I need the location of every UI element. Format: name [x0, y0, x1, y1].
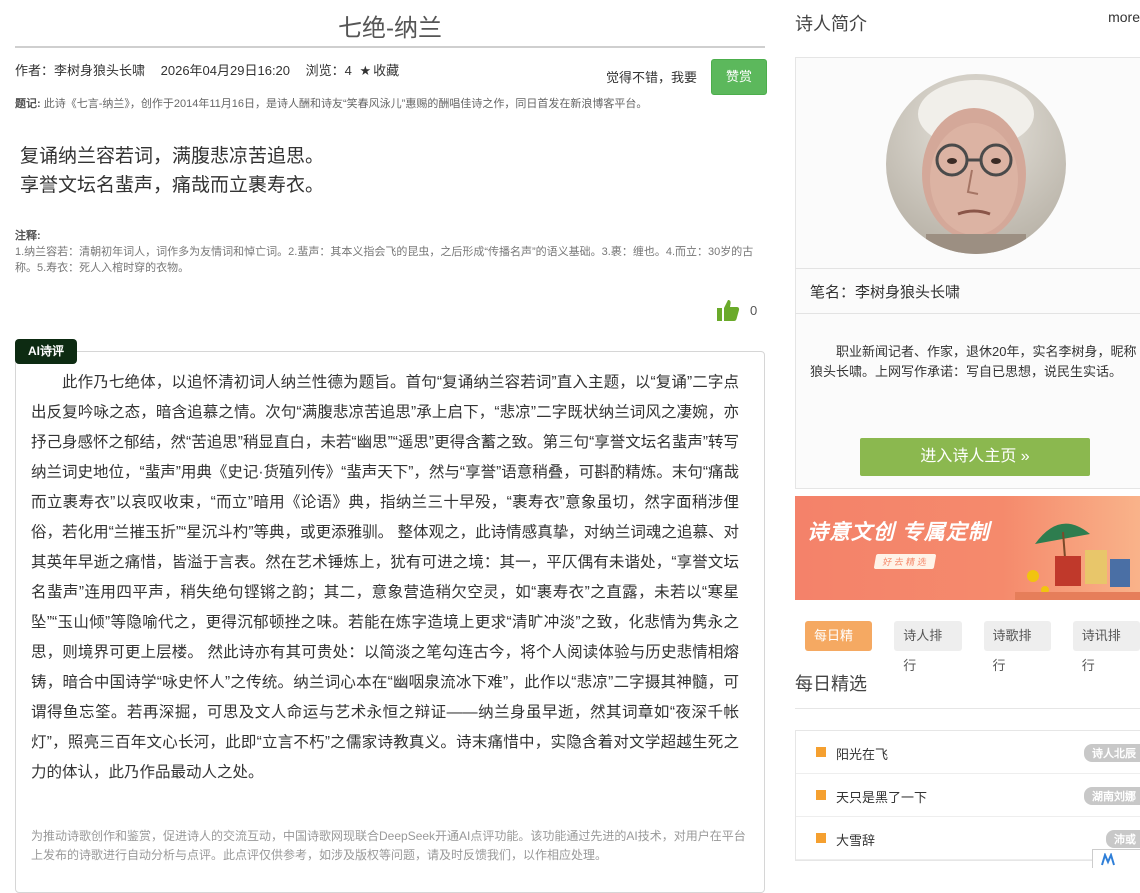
collect-link[interactable]: 收藏	[373, 63, 399, 78]
poem-line: 享誉文坛名蜚声，痛哉而立裹寿衣。	[20, 175, 325, 196]
star-icon[interactable]: ★	[360, 63, 372, 78]
sidebar: 诗人简介 more 笔名：李树身狼头长啸 职业新闻记者、作家，退休20年，实名李…	[790, 0, 1140, 867]
author-link[interactable]: 作者：李树身狼头长啸	[15, 63, 145, 78]
praise-prompt: 觉得不错，我要	[606, 70, 698, 85]
ai-review-text: 此作乃七绝体，以追怀清初词人纳兰性德为题旨。首句“复诵纳兰容若词”直入主题，以“…	[31, 374, 739, 781]
tab-news-ranking[interactable]: 诗讯排行	[1072, 621, 1140, 673]
poet-avatar[interactable]	[886, 74, 1066, 254]
page-title: 七绝-纳兰	[338, 15, 442, 42]
double-chevron-right-icon: »	[1020, 448, 1030, 465]
banner-title: 诗意文创 专属定制	[807, 521, 990, 544]
title-divider	[15, 46, 765, 48]
daily-picks-list: 阳光在飞 诗人北辰 天只是黑了一下 湖南刘娜 大雪辞 沛或	[795, 730, 1140, 861]
poet-bio: 职业新闻记者、作家，退休20年，实名李树身，昵称狼头长啸。上网写作承诺：写自已思…	[810, 344, 1137, 379]
list-item-title[interactable]: 天只是黑了一下	[836, 787, 927, 806]
tab-daily-picks[interactable]: 每日精选	[805, 621, 873, 673]
main-content: 七绝-纳兰 作者：李树身狼头长啸 2026年04月29日16:20 浏览：4 ★…	[0, 0, 780, 893]
annotations-text: 1.纳兰容若：清朝初年词人，词作多为友情词和悼亡词。2.蜚声：其本义指会飞的昆虫…	[15, 246, 754, 274]
inscription-label: 题记:	[15, 98, 41, 110]
daily-divider	[795, 708, 1140, 709]
poet-intro-heading: 诗人简介	[795, 14, 867, 34]
bullet-icon	[816, 833, 826, 843]
inscription: 题记: 此诗《七言-纳兰》，创作于2014年11月16日，是诗人酬和诗友“笑春风…	[15, 95, 647, 111]
article-meta: 作者：李树身狼头长啸 2026年04月29日16:20 浏览：4 ★ 收藏	[15, 60, 411, 79]
card-divider	[795, 313, 1140, 314]
bullet-icon	[816, 747, 826, 757]
enter-poet-home-label: 进入诗人主页	[920, 448, 1017, 465]
list-item[interactable]: 大雪辞 沛或	[796, 817, 1140, 860]
list-item-author[interactable]: 诗人北辰	[1084, 744, 1140, 762]
list-item-author[interactable]: 湖南刘娜	[1084, 787, 1140, 805]
list-item-title[interactable]: 大雪辞	[836, 830, 875, 849]
annotations-label: 注释:	[15, 230, 41, 242]
daily-picks-heading: 每日精选	[795, 674, 867, 694]
poet-penname: 笔名：李树身狼头长啸	[810, 284, 961, 301]
tab-poet-ranking[interactable]: 诗人排行	[894, 621, 962, 673]
annotations: 注释: 1.纳兰容若：清朝初年词人，词作多为友情词和悼亡词。2.蜚声：其本义指会…	[15, 228, 760, 276]
like-count: 0	[750, 302, 758, 318]
promo-banner[interactable]: 诗意文创 专属定制 好 去 精 选	[795, 496, 1140, 600]
list-item[interactable]: 阳光在飞 诗人北辰	[796, 731, 1140, 774]
ranking-tabs: 每日精选 诗人排行 诗歌排行 诗讯排行	[805, 621, 1140, 673]
enter-poet-home-button[interactable]: 进入诗人主页 »	[860, 438, 1090, 476]
tab-poem-ranking[interactable]: 诗歌排行	[983, 621, 1051, 673]
list-item[interactable]: 天只是黑了一下 湖南刘娜	[796, 774, 1140, 817]
umbrella-products-icon	[1015, 523, 1140, 600]
ai-review-disclaimer: 为推动诗歌创作和鉴赏，促进诗人的交流互动，中国诗歌网现联合DeepSeek开通A…	[31, 829, 746, 862]
floating-widget[interactable]	[1092, 849, 1140, 868]
ai-review-badge: AI诗评	[15, 339, 78, 364]
poem-line: 复诵纳兰容若词，满腹悲凉苦追思。	[20, 146, 325, 167]
poem-body: 复诵纳兰容若词，满腹悲凉苦追思。 享誉文坛名蜚声，痛哉而立裹寿衣。	[20, 142, 324, 200]
thumbs-up-icon[interactable]	[716, 298, 740, 322]
chat-icon	[1101, 853, 1115, 866]
avatar-portrait-icon	[886, 74, 1066, 254]
inscription-text: 此诗《七言-纳兰》，创作于2014年11月16日，是诗人酬和诗友“笑春风泳儿”惠…	[43, 98, 648, 110]
publish-date: 2026年04月29日16:20	[160, 63, 291, 78]
bullet-icon	[816, 790, 826, 800]
poet-card	[795, 57, 1140, 489]
list-item-author[interactable]: 沛或	[1106, 830, 1140, 848]
list-item-title[interactable]: 阳光在飞	[836, 744, 888, 763]
praise-button[interactable]: 赞赏	[711, 59, 767, 95]
like-widget: 0	[716, 298, 757, 322]
card-divider	[795, 268, 1140, 269]
view-count: 浏览：4	[305, 63, 352, 78]
banner-subtitle: 好 去 精 选	[873, 554, 936, 569]
more-link[interactable]: more	[1108, 9, 1140, 25]
